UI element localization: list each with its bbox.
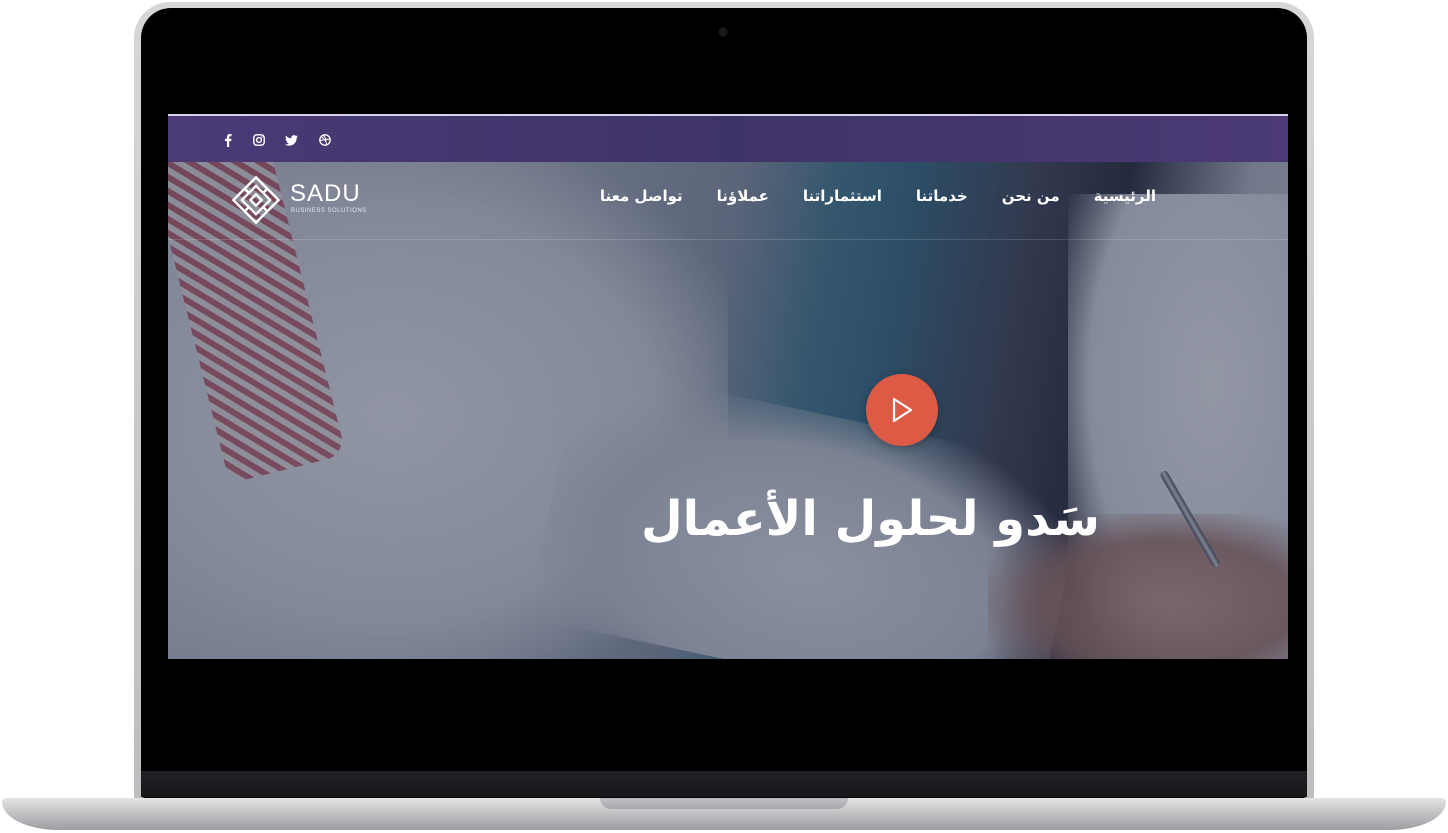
nav-item-investments[interactable]: استثماراتنا xyxy=(803,187,882,205)
laptop-hinge xyxy=(141,771,1307,797)
sadu-logo[interactable]: SADU BUSINESS SOLUTIONS xyxy=(230,174,380,226)
nav-item-clients[interactable]: عملاؤنا xyxy=(717,187,769,205)
nav-item-contact[interactable]: تواصل معنا xyxy=(600,187,683,205)
laptop-notch xyxy=(600,798,848,809)
nav-item-services[interactable]: خدماتنا xyxy=(916,187,968,205)
top-bar xyxy=(168,114,1288,162)
twitter-icon[interactable] xyxy=(281,130,301,150)
nav-item-home[interactable]: الرئيسية xyxy=(1094,187,1156,205)
nav-item-about[interactable]: من نحن xyxy=(1002,187,1060,205)
brand-tagline: BUSINESS SOLUTIONS xyxy=(291,208,367,214)
hero-title: سَدو لحلول الأعمال xyxy=(641,491,1100,547)
website-screen: SADU BUSINESS SOLUTIONS الرئيسية من نحن … xyxy=(168,114,1288,659)
dribbble-icon[interactable] xyxy=(315,130,335,150)
facebook-icon[interactable] xyxy=(218,130,238,150)
instagram-icon[interactable] xyxy=(249,130,269,150)
main-navbar: SADU BUSINESS SOLUTIONS الرئيسية من نحن … xyxy=(168,162,1288,240)
play-icon xyxy=(892,397,913,423)
sadu-logo-mark-icon xyxy=(231,175,281,225)
nav-menu: الرئيسية من نحن خدماتنا استثماراتنا عملا… xyxy=(600,187,1156,205)
brand-name: SADU xyxy=(290,180,361,207)
camera-icon xyxy=(719,28,727,36)
play-video-button[interactable] xyxy=(866,374,938,446)
